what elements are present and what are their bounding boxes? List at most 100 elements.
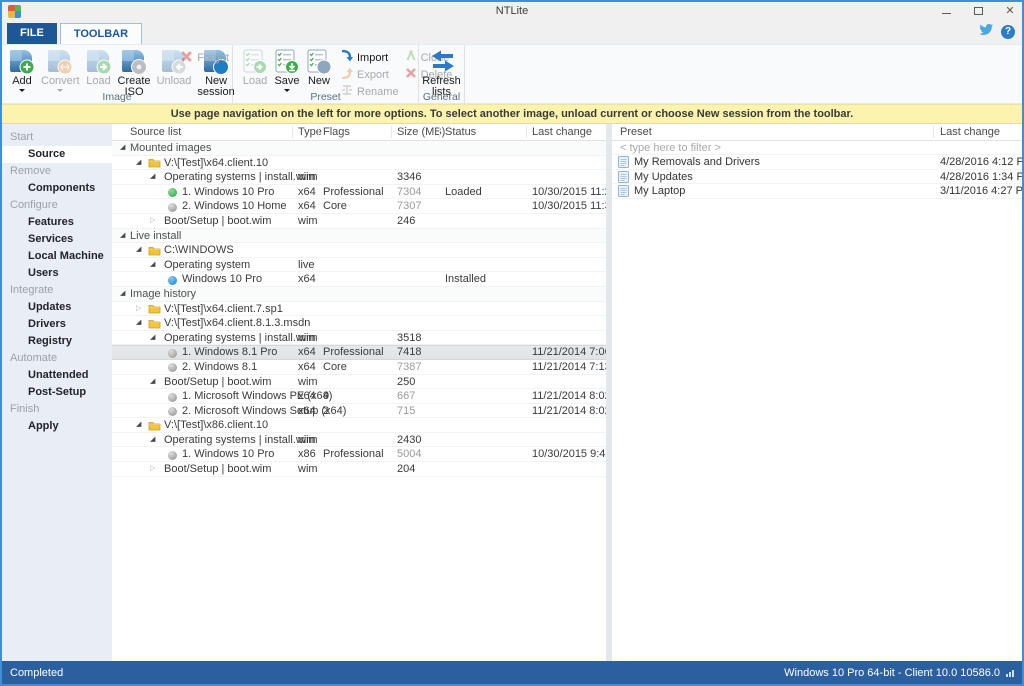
preset-row[interactable]: My Removals and Drivers4/28/2016 4:12 PM: [612, 155, 1022, 170]
row-label: 1. Windows 10 Pro: [182, 186, 274, 198]
tree-row[interactable]: 2. Windows 8.1x64Core738711/21/2014 7:13…: [112, 360, 606, 375]
tree-group-row[interactable]: ◢Live install: [112, 229, 606, 244]
preset-last-change: 4/28/2016 4:12 PM: [940, 156, 1022, 168]
collapse-icon[interactable]: ◢: [150, 258, 155, 272]
tree-row[interactable]: 2. Microsoft Windows Setup (x64)x6427151…: [112, 404, 606, 419]
sidebar-item-local-machine[interactable]: Local Machine: [2, 248, 112, 265]
col-preset-last-change[interactable]: Last change: [940, 126, 1000, 138]
tree-group-row[interactable]: ◢Image history: [112, 287, 606, 302]
sidebar-item-features[interactable]: Features: [2, 214, 112, 231]
tree-row[interactable]: 2. Windows 10 Homex64Core730710/30/2015 …: [112, 199, 606, 214]
dot-gray-status-icon: [168, 363, 177, 372]
cell-last-change: 10/30/2015 9:48 AM: [532, 448, 606, 460]
cell-last-change: 10/30/2015 11:34 AM: [532, 200, 606, 212]
tree-row[interactable]: ◢Operating systems | install.wimwim2430: [112, 433, 606, 448]
tree-row[interactable]: ◢Operating systems | install.wimwim3518: [112, 331, 606, 346]
tree-group-row[interactable]: ◢Mounted images: [112, 141, 606, 156]
forget-button: Forget: [180, 50, 229, 65]
sidebar-section-configure: Configure: [2, 197, 112, 214]
dot-gray-status-icon: [168, 451, 177, 460]
sidebar-item-registry[interactable]: Registry: [2, 333, 112, 350]
tree-row[interactable]: ▷Boot/Setup | boot.wimwim204: [112, 462, 606, 477]
preset-filter-input[interactable]: < type here to filter >: [612, 141, 1022, 155]
dot-green-status-icon: [168, 188, 177, 197]
col-source-list[interactable]: Source list: [130, 126, 181, 138]
sidebar-section-integrate: Integrate: [2, 282, 112, 299]
tree-row[interactable]: 1. Windows 10 Prox64Professional7304Load…: [112, 185, 606, 200]
tree-row[interactable]: 1. Microsoft Windows PE (x64)x64966711/2…: [112, 389, 606, 404]
add-button[interactable]: Add: [6, 47, 38, 92]
row-label: Operating systems | install.wim: [164, 332, 315, 344]
tree-row[interactable]: 1. Windows 8.1 Prox64Professional741811/…: [112, 345, 606, 360]
tree-row[interactable]: Windows 10 Prox64Installed: [112, 272, 606, 287]
tree-row[interactable]: ▷Boot/Setup | boot.wimwim246: [112, 214, 606, 229]
collapse-icon[interactable]: ◢: [136, 316, 141, 330]
tree-row[interactable]: ◢Operating systems | install.wimwim3346: [112, 170, 606, 185]
save-button[interactable]: Save: [271, 47, 303, 92]
sidebar-item-apply[interactable]: Apply: [2, 418, 112, 435]
expand-icon[interactable]: ▷: [150, 462, 155, 476]
cell-size: 7418: [397, 346, 421, 358]
preset-row[interactable]: My Laptop3/11/2016 4:27 PM: [612, 184, 1022, 199]
tree-row[interactable]: ◢ V:\[Test]\x64.client.10: [112, 156, 606, 171]
new-button[interactable]: New: [303, 47, 335, 92]
sidebar-item-services[interactable]: Services: [2, 231, 112, 248]
sidebar-item-users[interactable]: Users: [2, 265, 112, 282]
cell-size: 250: [397, 376, 415, 388]
help-icon[interactable]: ?: [1001, 25, 1015, 39]
col-flags[interactable]: Flags: [323, 126, 350, 138]
status-text: Completed: [10, 667, 63, 679]
save-label: Save: [274, 76, 299, 87]
preset-row[interactable]: My Updates4/28/2016 1:34 PM: [612, 170, 1022, 185]
col-status[interactable]: Status: [445, 126, 476, 138]
source-list-panel: Source list Type Flags Size (MB) Status …: [112, 124, 606, 661]
tree-row[interactable]: ◢V:\[Test]\x86.client.10: [112, 418, 606, 433]
row-label: V:\[Test]\x64.client.10: [164, 157, 268, 169]
tab-toolbar[interactable]: TOOLBAR: [60, 23, 142, 44]
cell-type: live: [298, 259, 315, 271]
sidebar-item-source[interactable]: Source: [2, 146, 112, 163]
tree-row[interactable]: ◢Boot/Setup | boot.wimwim250: [112, 375, 606, 390]
cell-type: wim: [298, 463, 318, 475]
sidebar-item-components[interactable]: Components: [2, 180, 112, 197]
tree-row[interactable]: ◢Operating systemlive: [112, 258, 606, 273]
preset-last-change: 4/28/2016 1:34 PM: [940, 171, 1022, 183]
sidebar-item-drivers[interactable]: Drivers: [2, 316, 112, 333]
row-label: Boot/Setup | boot.wim: [164, 376, 271, 388]
col-last-change[interactable]: Last change: [532, 126, 592, 138]
sidebar-item-updates[interactable]: Updates: [2, 299, 112, 316]
cell-flags: Core: [323, 200, 347, 212]
sidebar-item-post-setup[interactable]: Post-Setup: [2, 384, 112, 401]
close-button[interactable]: ✕: [1004, 6, 1016, 16]
collapse-icon[interactable]: ◢: [120, 141, 125, 155]
twitter-icon[interactable]: [979, 23, 994, 41]
ribbon-group-preset: LoadSaveNew ImportExportRename CloneDele…: [233, 45, 419, 103]
doc-iso-icon: [121, 49, 147, 75]
row-label: 2. Microsoft Windows Setup (x64): [182, 405, 346, 417]
tree-row[interactable]: ◢V:\[Test]\x64.client.8.1.3.msdn: [112, 316, 606, 331]
collapse-icon[interactable]: ◢: [136, 156, 141, 170]
tree-row[interactable]: ◢C:\WINDOWS: [112, 243, 606, 258]
collapse-icon[interactable]: ◢: [150, 375, 155, 389]
folder-icon: [148, 420, 161, 434]
expand-icon[interactable]: ▷: [136, 302, 141, 316]
cell-type: x64: [298, 186, 316, 198]
sidebar-item-unattended[interactable]: Unattended: [2, 367, 112, 384]
tree-row[interactable]: ▷V:\[Test]\x64.client.7.sp1: [112, 302, 606, 317]
minimize-button[interactable]: [940, 6, 952, 16]
cell-flags: Core: [323, 361, 347, 373]
collapse-icon[interactable]: ◢: [150, 433, 155, 447]
tree-row[interactable]: 1. Windows 10 Prox86Professional500410/3…: [112, 447, 606, 462]
collapse-icon[interactable]: ◢: [150, 170, 155, 184]
expand-icon[interactable]: ▷: [150, 214, 155, 228]
collapse-icon[interactable]: ◢: [120, 287, 125, 301]
col-preset[interactable]: Preset: [620, 126, 652, 138]
collapse-icon[interactable]: ◢: [136, 243, 141, 257]
maximize-button[interactable]: [972, 6, 984, 16]
row-label: 2. Windows 8.1: [182, 361, 257, 373]
collapse-icon[interactable]: ◢: [150, 331, 155, 345]
collapse-icon[interactable]: ◢: [120, 229, 125, 243]
tab-file[interactable]: FILE: [7, 23, 57, 44]
import-button[interactable]: Import: [341, 50, 399, 65]
collapse-icon[interactable]: ◢: [136, 418, 141, 432]
